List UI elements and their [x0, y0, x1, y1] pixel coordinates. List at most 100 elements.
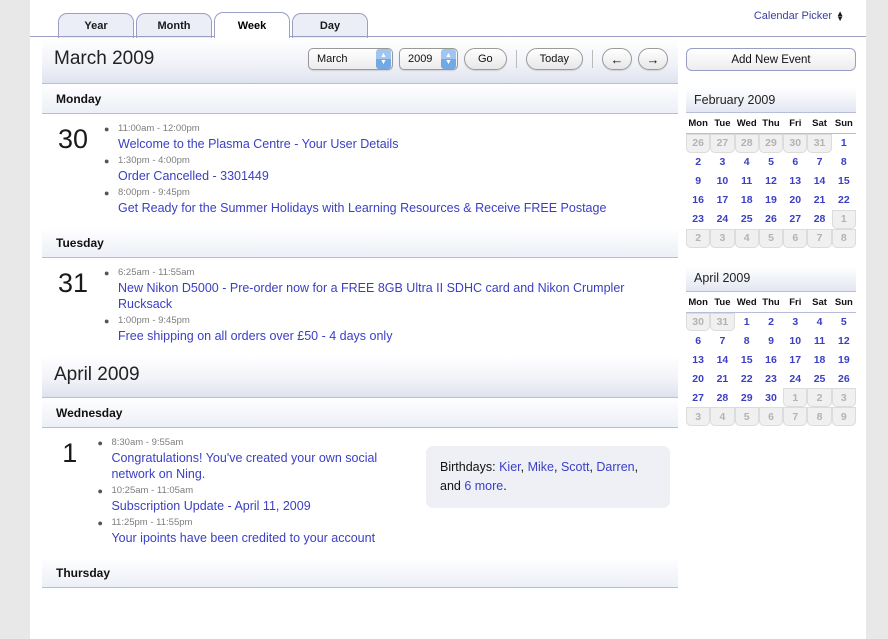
mini-calendar-day-cell[interactable]: 11: [735, 172, 759, 191]
mini-calendar-day-cell[interactable]: 4: [735, 153, 759, 172]
mini-calendar-day-cell[interactable]: 5: [832, 312, 856, 331]
birthday-person-link[interactable]: Scott: [561, 460, 590, 474]
mini-calendar-day-cell[interactable]: 21: [807, 191, 831, 210]
mini-calendar-day-cell[interactable]: 31: [807, 133, 832, 153]
birthdays-more-link[interactable]: 6 more: [464, 479, 503, 493]
mini-calendar-day-cell[interactable]: 29: [758, 133, 784, 153]
mini-calendar-day-cell[interactable]: 16: [686, 191, 710, 210]
mini-calendar-day-cell[interactable]: 13: [783, 172, 807, 191]
add-new-event-button[interactable]: Add New Event: [686, 48, 856, 71]
birthday-person-link[interactable]: Mike: [528, 460, 554, 474]
mini-calendar-day-cell[interactable]: 18: [735, 191, 759, 210]
mini-calendar-day-cell[interactable]: 24: [710, 210, 734, 229]
mini-calendar-day-cell[interactable]: 7: [783, 407, 808, 426]
tab-year[interactable]: Year: [58, 13, 134, 38]
mini-calendar-day-cell[interactable]: 18: [807, 350, 831, 369]
mini-calendar-day-cell[interactable]: 25: [735, 210, 759, 229]
mini-calendar-day-cell[interactable]: 26: [759, 210, 783, 229]
view-tabs[interactable]: Year Month Week Day: [58, 10, 370, 38]
mini-calendar-day-cell[interactable]: 2: [686, 153, 710, 172]
mini-calendar-day-cell[interactable]: 8: [831, 228, 856, 248]
mini-calendar-day-cell[interactable]: 8: [832, 153, 856, 172]
previous-week-button[interactable]: ←: [602, 48, 632, 70]
tab-month[interactable]: Month: [136, 13, 212, 38]
mini-calendar-day-cell[interactable]: 14: [710, 350, 734, 369]
mini-calendar-day-cell[interactable]: 10: [783, 331, 807, 350]
mini-calendar-day-cell[interactable]: 26: [832, 369, 856, 388]
mini-calendar-day-cell[interactable]: 9: [686, 172, 710, 191]
mini-calendar-day-cell[interactable]: 6: [783, 228, 808, 248]
mini-calendar-day-cell[interactable]: 7: [807, 228, 832, 248]
mini-calendar-day-cell[interactable]: 3: [710, 153, 734, 172]
mini-calendar-day-cell[interactable]: 29: [735, 388, 759, 407]
mini-calendar-day-cell[interactable]: 20: [783, 191, 807, 210]
mini-calendar-day-cell[interactable]: 5: [758, 228, 784, 248]
event-title-link[interactable]: Subscription Update - April 11, 2009: [111, 498, 406, 514]
mini-calendar-day-cell[interactable]: 17: [783, 350, 807, 369]
mini-calendar-day-cell[interactable]: 30: [783, 133, 808, 153]
birthday-person-link[interactable]: Darren: [596, 460, 634, 474]
mini-calendar-day-cell[interactable]: 27: [783, 210, 807, 229]
go-button[interactable]: Go: [463, 48, 507, 70]
mini-calendar-day-cell[interactable]: 10: [710, 172, 734, 191]
next-week-button[interactable]: →: [638, 48, 668, 70]
mini-calendar-day-cell[interactable]: 19: [832, 350, 856, 369]
mini-calendar-day-cell[interactable]: 30: [759, 388, 783, 407]
mini-calendar-day-cell[interactable]: 19: [759, 191, 783, 210]
mini-calendar-day-cell[interactable]: 2: [807, 388, 832, 407]
month-stepper-icon[interactable]: ▲ ▼: [375, 49, 391, 69]
tab-day[interactable]: Day: [292, 13, 368, 38]
mini-calendar-day-cell[interactable]: 12: [832, 331, 856, 350]
calendar-picker-control[interactable]: Calendar Picker ▲ ▼: [754, 10, 844, 23]
tab-week[interactable]: Week: [214, 12, 290, 38]
mini-calendar-day-cell[interactable]: 17: [710, 191, 734, 210]
mini-calendar-day-cell[interactable]: 23: [759, 369, 783, 388]
birthday-person-link[interactable]: Kier: [499, 460, 521, 474]
mini-calendar-day-cell[interactable]: 6: [783, 153, 807, 172]
event-title-link[interactable]: New Nikon D5000 - Pre-order now for a FR…: [118, 280, 670, 312]
mini-calendar-day-cell[interactable]: 15: [832, 172, 856, 191]
mini-calendar-day-cell[interactable]: 20: [686, 369, 710, 388]
mini-calendar-day-cell[interactable]: 30: [686, 312, 711, 331]
mini-calendar-day-cell[interactable]: 27: [686, 388, 710, 407]
mini-calendar-day-cell[interactable]: 1: [831, 209, 856, 229]
mini-calendar-day-cell[interactable]: 16: [759, 350, 783, 369]
mini-calendar-day-cell[interactable]: 2: [686, 228, 711, 248]
mini-calendar-day-cell[interactable]: 3: [686, 407, 711, 426]
mini-calendar-day-cell[interactable]: 27: [710, 133, 735, 153]
event-title-link[interactable]: Your ipoints have been credited to your …: [111, 530, 406, 546]
mini-calendar-day-cell[interactable]: 5: [759, 153, 783, 172]
mini-calendar-day-cell[interactable]: 7: [710, 331, 734, 350]
mini-calendar-day-cell[interactable]: 9: [759, 331, 783, 350]
mini-calendar-day-cell[interactable]: 4: [710, 407, 735, 426]
mini-calendar-day-cell[interactable]: 21: [710, 369, 734, 388]
mini-calendar-day-cell[interactable]: 28: [710, 388, 734, 407]
mini-calendar-day-cell[interactable]: 7: [807, 153, 831, 172]
mini-calendar-day-cell[interactable]: 28: [734, 133, 759, 153]
mini-calendar-day-cell[interactable]: 9: [831, 407, 856, 426]
today-button[interactable]: Today: [525, 48, 583, 70]
mini-calendar-day-cell[interactable]: 6: [686, 331, 710, 350]
mini-calendar-day-cell[interactable]: 1: [783, 388, 808, 407]
event-title-link[interactable]: Get Ready for the Summer Holidays with L…: [118, 200, 670, 216]
mini-calendar-day-cell[interactable]: 26: [686, 133, 711, 153]
mini-calendar-day-cell[interactable]: 13: [686, 350, 710, 369]
mini-calendar-day-cell[interactable]: 24: [783, 369, 807, 388]
mini-calendar-day-cell[interactable]: 23: [686, 210, 710, 229]
event-title-link[interactable]: Welcome to the Plasma Centre - Your User…: [118, 136, 670, 152]
mini-calendar-day-cell[interactable]: 5: [734, 407, 759, 426]
mini-calendar-day-cell[interactable]: 15: [735, 350, 759, 369]
month-select[interactable]: March ▲ ▼: [307, 48, 393, 70]
mini-calendar-day-cell[interactable]: 6: [758, 407, 784, 426]
mini-calendar-day-cell[interactable]: 8: [735, 331, 759, 350]
mini-calendar-day-cell[interactable]: 4: [734, 228, 759, 248]
mini-calendar-day-cell[interactable]: 2: [759, 312, 783, 331]
mini-calendar-day-cell[interactable]: 3: [710, 228, 735, 248]
event-title-link[interactable]: Congratulations! You've created your own…: [111, 450, 406, 482]
event-title-link[interactable]: Free shipping on all orders over £50 - 4…: [118, 328, 670, 344]
year-stepper-icon[interactable]: ▲ ▼: [440, 49, 456, 69]
mini-calendar-day-cell[interactable]: 22: [832, 191, 856, 210]
mini-calendar-day-cell[interactable]: 3: [831, 388, 856, 407]
mini-calendar-day-cell[interactable]: 11: [807, 331, 831, 350]
mini-calendar-day-cell[interactable]: 1: [735, 312, 759, 331]
